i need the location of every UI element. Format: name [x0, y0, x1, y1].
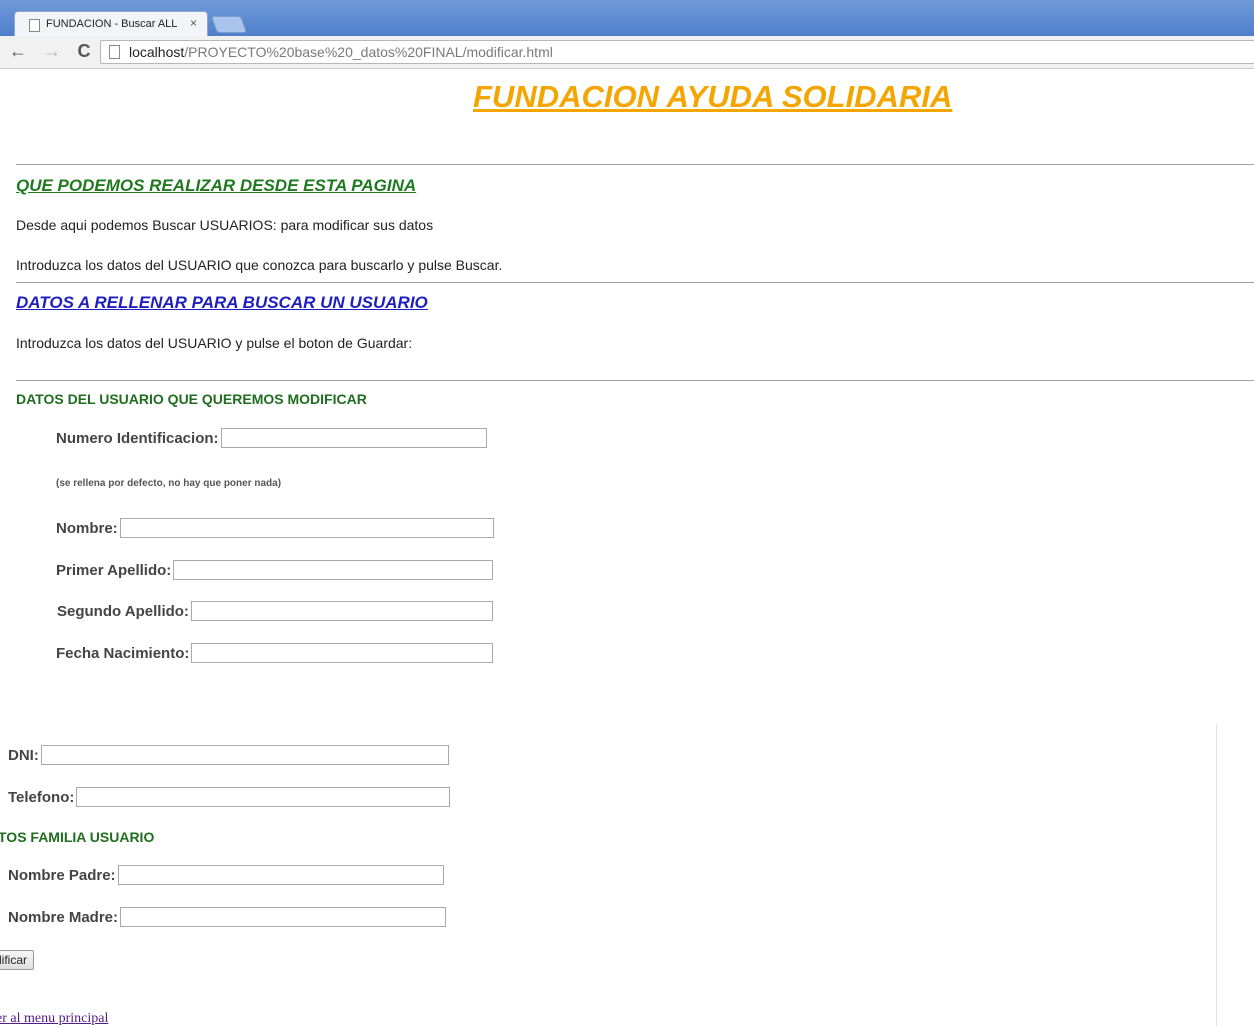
section-heading-info: QUE PODEMOS REALIZAR DESDE ESTA PAGINA	[16, 176, 417, 195]
close-icon[interactable]: ×	[190, 16, 197, 30]
id-field-row: Numero Identificacion:	[56, 428, 487, 448]
new-tab-button[interactable]	[210, 16, 248, 33]
family-heading: TOS FAMILIA USUARIO	[0, 829, 155, 845]
apellido2-input[interactable]	[190, 601, 493, 621]
fecha-field-row: Fecha Nacimiento:	[56, 643, 494, 663]
apellido1-input[interactable]	[173, 560, 494, 580]
document-icon	[29, 19, 40, 32]
padre-input[interactable]	[117, 865, 444, 885]
reload-icon[interactable]: C	[74, 41, 94, 62]
instructions-paragraph: Introduzca los datos del USUARIO que con…	[16, 257, 503, 273]
browser-toolbar: ← → C localhost/PROYECTO%20base%20_datos…	[0, 36, 1254, 69]
form-heading: DATOS DEL USUARIO QUE QUEREMOS MODIFICAR	[16, 391, 367, 407]
apellido1-label: Primer Apellido:	[56, 561, 172, 579]
padre-label: Nombre Padre:	[8, 866, 116, 884]
divider	[16, 282, 1254, 283]
divider	[16, 164, 1254, 165]
apellido2-label: Segundo Apellido:	[57, 602, 189, 620]
site-title: FUNDACION AYUDA SOLIDARIA	[473, 79, 953, 114]
browser-titlebar: FUNDACION - Buscar ALL ×	[0, 0, 1254, 38]
info-paragraph: Desde aqui podemos Buscar USUARIOS: para…	[16, 217, 434, 233]
id-input[interactable]	[220, 428, 487, 448]
url-text: localhost/PROYECTO%20base%20_datos%20FIN…	[129, 44, 553, 60]
dni-label: DNI:	[8, 746, 39, 764]
page-icon	[109, 45, 120, 59]
browser-tab[interactable]: FUNDACION - Buscar ALL ×	[14, 11, 208, 38]
telefono-field-row: Telefono:	[8, 787, 451, 807]
nombre-label: Nombre:	[56, 519, 118, 537]
frame-border	[1216, 724, 1217, 1026]
search-instructions: Introduzca los datos del USUARIO y pulse…	[16, 335, 413, 351]
modify-button[interactable]: dificar	[0, 950, 35, 970]
madre-input[interactable]	[120, 907, 447, 927]
url-path: /PROYECTO%20base%20_datos%20FINAL/modifi…	[184, 44, 553, 60]
url-host: localhost	[129, 44, 185, 60]
apellido2-field-row: Segundo Apellido:	[56, 601, 493, 621]
back-arrow-icon[interactable]: ←	[8, 41, 28, 62]
fecha-input[interactable]	[191, 643, 494, 663]
dni-field-row: DNI:	[8, 745, 449, 765]
madre-label: Nombre Madre:	[8, 908, 119, 926]
telefono-input[interactable]	[76, 787, 451, 807]
telefono-label: Telefono:	[8, 788, 75, 806]
madre-field-row: Nombre Madre:	[8, 907, 447, 927]
address-bar[interactable]: localhost/PROYECTO%20base%20_datos%20FIN…	[100, 40, 1254, 64]
nombre-field-row: Nombre:	[56, 518, 494, 538]
page-content: FUNDACION AYUDA SOLIDARIA QUE PODEMOS RE…	[0, 69, 1254, 1026]
forward-arrow-icon[interactable]: →	[42, 41, 62, 62]
fecha-label: Fecha Nacimiento:	[56, 644, 190, 662]
dni-input[interactable]	[40, 745, 449, 765]
nombre-input[interactable]	[119, 518, 494, 538]
tab-title: FUNDACION - Buscar ALL	[46, 18, 178, 30]
padre-field-row: Nombre Padre:	[8, 865, 444, 885]
back-to-menu-link[interactable]: er al menu principal	[0, 1011, 108, 1027]
divider	[16, 380, 1254, 381]
section-heading-search: DATOS A RELLENAR PARA BUSCAR UN USUARIO	[16, 293, 428, 312]
apellido1-field-row: Primer Apellido:	[56, 560, 494, 580]
id-label: Numero Identificacion:	[56, 429, 219, 447]
id-note: (se rellena por defecto, no hay que pone…	[56, 478, 282, 489]
